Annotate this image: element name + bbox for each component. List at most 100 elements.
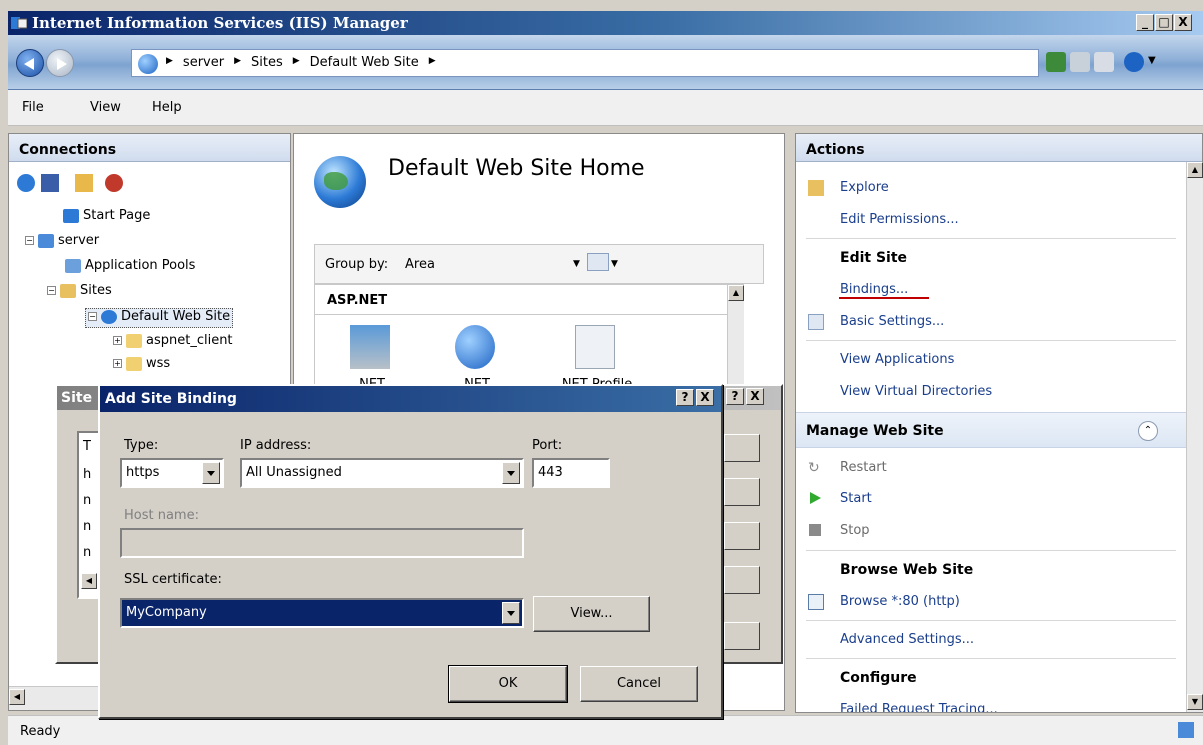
tree-item-default-web-site[interactable]: − Default Web Site bbox=[85, 308, 234, 328]
tree-item-wss[interactable]: + wss bbox=[113, 356, 170, 376]
collapse-section-icon[interactable]: ⌃ bbox=[1138, 421, 1158, 441]
action-explore[interactable]: Explore bbox=[840, 180, 889, 195]
forward-icon[interactable] bbox=[46, 49, 74, 77]
host-name-field[interactable] bbox=[120, 528, 524, 558]
port-field[interactable]: 443 bbox=[532, 458, 610, 488]
collapse-icon[interactable]: − bbox=[47, 286, 56, 295]
stop-icon bbox=[808, 523, 824, 539]
tree-item-server[interactable]: − server bbox=[25, 233, 99, 253]
iis-app-icon bbox=[11, 15, 28, 31]
action-browse-80[interactable]: Browse *:80 (http) bbox=[840, 594, 960, 609]
divider bbox=[806, 238, 1176, 239]
stop-icon[interactable] bbox=[1070, 52, 1090, 72]
tree-item-start-page[interactable]: Start Page bbox=[63, 208, 150, 228]
group-by-select[interactable]: Area bbox=[405, 257, 435, 272]
menu-help[interactable]: Help bbox=[152, 100, 182, 115]
refresh-icon[interactable] bbox=[1046, 52, 1066, 72]
list-item[interactable]: h bbox=[83, 467, 91, 482]
scroll-left-icon[interactable]: ◀ bbox=[81, 573, 97, 589]
browse-icon bbox=[808, 594, 824, 610]
expand-icon[interactable]: + bbox=[113, 336, 122, 345]
scroll-up-icon[interactable]: ▲ bbox=[1187, 162, 1203, 178]
view-certificate-button[interactable]: View... bbox=[533, 596, 650, 632]
breadcrumb-default-web-site[interactable]: Default Web Site bbox=[310, 55, 419, 70]
close-dialog-button[interactable] bbox=[724, 622, 760, 650]
globe-icon bbox=[138, 54, 158, 74]
minimize-button[interactable]: _ bbox=[1136, 14, 1154, 31]
connections-header: Connections bbox=[9, 134, 290, 162]
chevron-down-icon[interactable] bbox=[202, 462, 220, 484]
type-label: Type: bbox=[124, 438, 159, 453]
tree-item-aspnet-client[interactable]: + aspnet_client bbox=[113, 333, 233, 353]
scroll-up-icon[interactable]: ▲ bbox=[728, 285, 744, 301]
menu-file[interactable]: File bbox=[22, 100, 44, 115]
action-stop[interactable]: Stop bbox=[840, 523, 870, 538]
ssl-certificate-select[interactable]: MyCompany bbox=[120, 598, 524, 628]
add-site-binding-titlebar: Add Site Binding ? X bbox=[100, 386, 721, 412]
action-restart[interactable]: Restart bbox=[840, 460, 887, 475]
chevron-down-icon[interactable] bbox=[502, 602, 520, 624]
action-failed-request-tracing[interactable]: Failed Request Tracing... bbox=[840, 702, 998, 712]
tree-item-application-pools[interactable]: Application Pools bbox=[65, 258, 195, 278]
menu-view[interactable]: View bbox=[90, 100, 121, 115]
action-view-virtual-directories[interactable]: View Virtual Directories bbox=[840, 384, 992, 399]
maximize-button[interactable]: □ bbox=[1155, 14, 1173, 31]
section-header: ASP.NET bbox=[315, 285, 743, 315]
port-value: 443 bbox=[538, 465, 563, 480]
feature-item[interactable]: .NET Profile bbox=[545, 325, 645, 392]
edit-button[interactable] bbox=[724, 478, 760, 506]
chevron-down-icon[interactable] bbox=[502, 462, 520, 484]
view-mode-icon[interactable] bbox=[587, 253, 609, 271]
list-item[interactable]: n bbox=[83, 545, 91, 560]
divider bbox=[806, 658, 1176, 659]
actions-panel: Actions Explore Edit Permissions... Edit… bbox=[795, 133, 1203, 713]
tree-label: wss bbox=[146, 356, 171, 371]
action-basic-settings[interactable]: Basic Settings... bbox=[840, 314, 944, 329]
address-bar[interactable]: ▶ server ▶ Sites ▶ Default Web Site ▶ bbox=[131, 49, 1039, 77]
list-item[interactable]: n bbox=[83, 493, 91, 508]
close-button[interactable]: X bbox=[696, 389, 714, 406]
connect-icon[interactable] bbox=[17, 174, 35, 192]
tree-item-sites[interactable]: − Sites bbox=[47, 283, 112, 303]
type-select[interactable]: https bbox=[120, 458, 224, 488]
breadcrumb-sites[interactable]: Sites bbox=[251, 55, 283, 70]
home-icon[interactable] bbox=[1094, 52, 1114, 72]
save-icon[interactable] bbox=[41, 174, 59, 192]
action-view-applications[interactable]: View Applications bbox=[840, 352, 954, 367]
action-edit-permissions[interactable]: Edit Permissions... bbox=[840, 212, 959, 227]
breadcrumb-server[interactable]: server bbox=[183, 55, 224, 70]
collapse-icon[interactable]: − bbox=[25, 236, 34, 245]
ok-button[interactable]: OK bbox=[448, 665, 568, 703]
address-toolbar: ▶ server ▶ Sites ▶ Default Web Site ▶ ▼ bbox=[8, 35, 1203, 90]
explore-icon bbox=[808, 180, 824, 196]
host-name-label: Host name: bbox=[124, 508, 199, 523]
scroll-left-icon[interactable]: ◀ bbox=[9, 689, 25, 705]
add-button[interactable] bbox=[724, 434, 760, 462]
expand-icon[interactable]: + bbox=[113, 359, 122, 368]
action-advanced-settings[interactable]: Advanced Settings... bbox=[840, 632, 974, 647]
action-bindings[interactable]: Bindings... bbox=[840, 282, 908, 297]
vertical-scrollbar[interactable]: ▲ ▼ bbox=[1186, 162, 1203, 712]
chevron-down-icon[interactable]: ▼ bbox=[573, 259, 580, 269]
action-start[interactable]: Start bbox=[840, 491, 872, 506]
chevron-down-icon[interactable]: ▼ bbox=[611, 259, 618, 269]
disconnect-icon[interactable] bbox=[105, 174, 123, 192]
divider bbox=[806, 620, 1176, 621]
back-icon[interactable] bbox=[16, 49, 44, 77]
chevron-down-icon[interactable]: ▼ bbox=[1148, 55, 1156, 66]
help-icon[interactable] bbox=[1124, 52, 1144, 72]
cancel-button[interactable]: Cancel bbox=[580, 666, 698, 702]
collapse-icon[interactable]: − bbox=[88, 312, 97, 321]
help-button[interactable]: ? bbox=[676, 389, 694, 406]
browse-button[interactable] bbox=[724, 566, 760, 594]
remove-button[interactable] bbox=[724, 522, 760, 550]
close-button[interactable]: X bbox=[746, 388, 764, 405]
close-button[interactable]: X bbox=[1174, 14, 1192, 31]
ip-address-select[interactable]: All Unassigned bbox=[240, 458, 524, 488]
globalization-icon bbox=[455, 325, 495, 369]
list-item[interactable]: n bbox=[83, 519, 91, 534]
folder-up-icon[interactable] bbox=[75, 174, 93, 192]
scroll-down-icon[interactable]: ▼ bbox=[1187, 694, 1203, 710]
help-button[interactable]: ? bbox=[726, 388, 744, 405]
chevron-right-icon: ▶ bbox=[428, 56, 436, 66]
